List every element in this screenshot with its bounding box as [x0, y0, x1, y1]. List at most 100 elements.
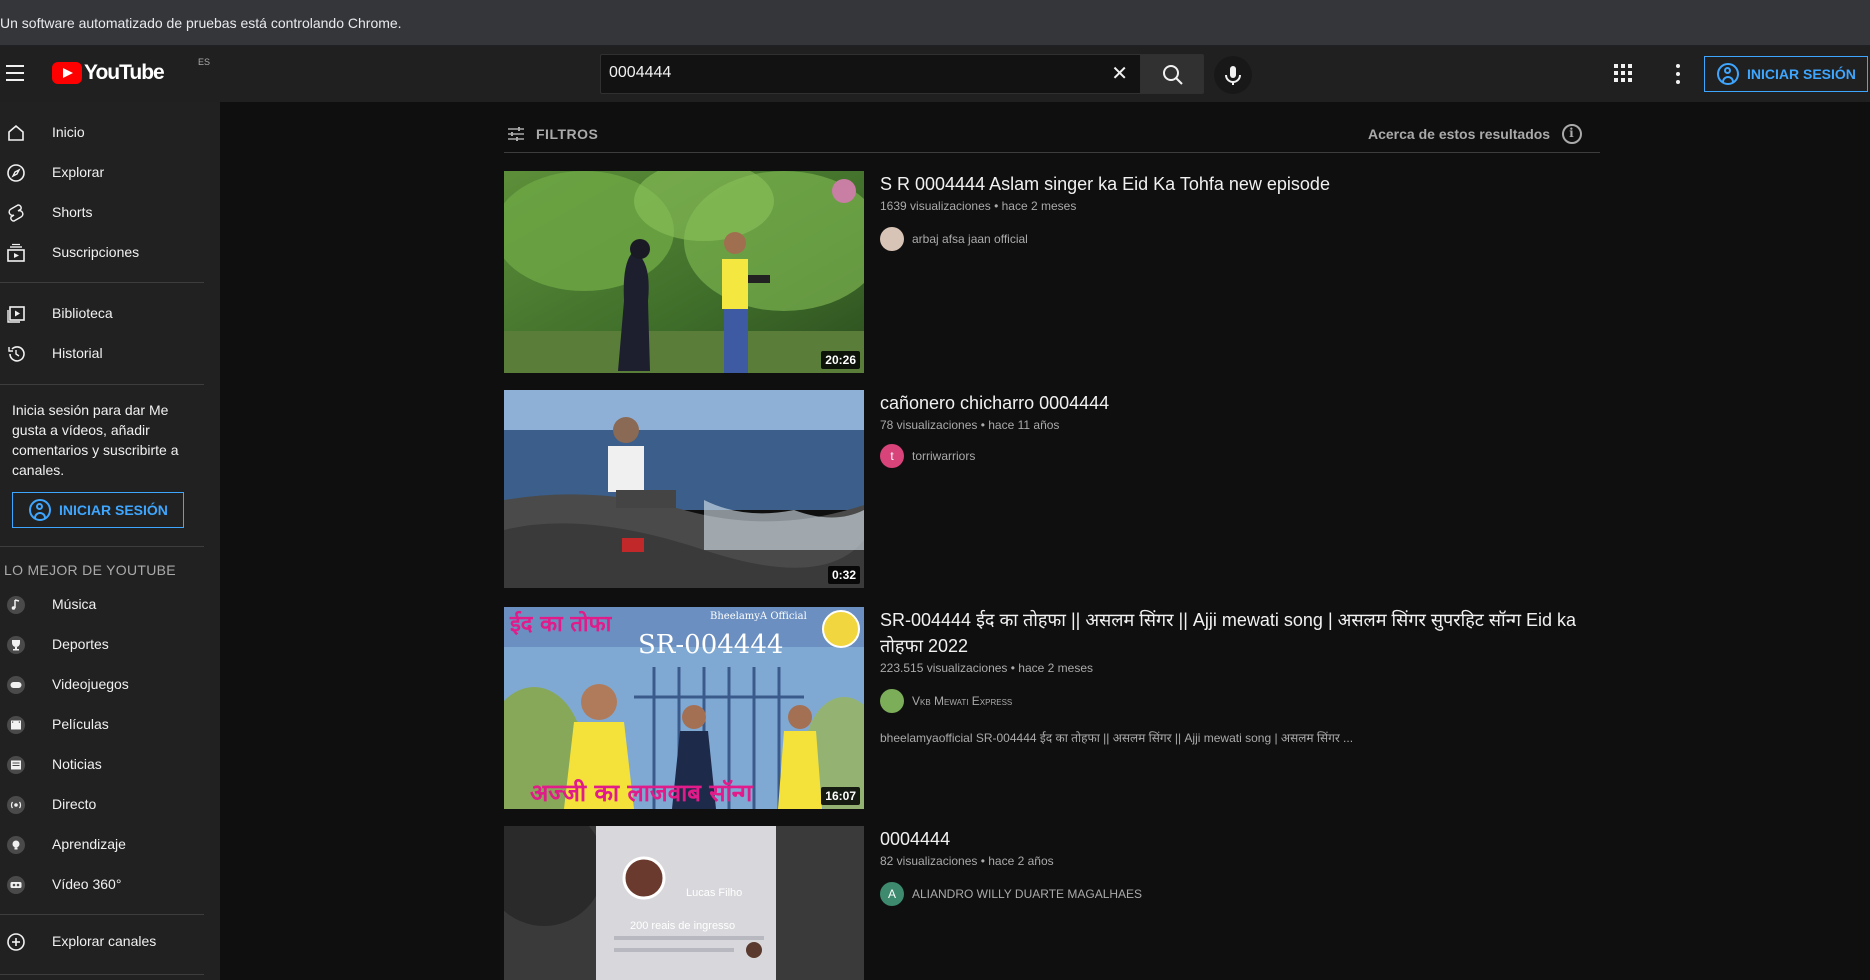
sidebar-signin-button[interactable]: INICIAR SESIÓN — [12, 492, 184, 528]
sidebar-item-noticias[interactable]: Noticias — [0, 745, 220, 785]
video-title[interactable]: SR-004444 ईद का तोहफा || असलम सिंगर || A… — [880, 607, 1580, 659]
channel-name[interactable]: Vkb Mewati Express — [912, 694, 1012, 708]
channel-link[interactable]: A ALIANDRO WILLY DUARTE MAGALHAES — [880, 882, 1142, 906]
sidebar-divider — [0, 282, 204, 283]
video-result[interactable]: 0:32 cañonero chicharro 0004444 78 visua… — [504, 390, 1600, 592]
channel-avatar[interactable] — [880, 227, 904, 251]
sidebar-item-biblioteca[interactable]: Biblioteca — [0, 294, 220, 334]
video-thumbnail[interactable]: Lucas Filho 200 reais de ingresso — [504, 826, 864, 980]
video-thumbnail[interactable]: 0:32 — [504, 390, 864, 588]
channel-name[interactable]: arbaj afsa jaan official — [912, 232, 1028, 246]
movies-icon — [7, 716, 25, 734]
sidebar: Inicio Explorar Shorts Suscripciones Bib… — [0, 102, 220, 980]
video-title[interactable]: S R 0004444 Aslam singer ka Eid Ka Tohfa… — [880, 171, 1580, 197]
channel-name[interactable]: ALIANDRO WILLY DUARTE MAGALHAES — [912, 887, 1142, 901]
sidebar-item-shorts[interactable]: Shorts — [0, 193, 220, 233]
signin-button[interactable]: INICIAR SESIÓN — [1704, 56, 1868, 92]
video-metadata: 1639 visualizaciones • hace 2 meses — [880, 199, 1077, 213]
filter-sliders-icon — [508, 127, 524, 141]
sidebar-item-label: Biblioteca — [52, 305, 113, 321]
sidebar-divider — [0, 974, 204, 975]
sidebar-item-label: Historial — [52, 345, 103, 361]
sidebar-divider — [0, 384, 204, 385]
thumbnail-text-caption: 200 reais de ingresso — [630, 920, 735, 932]
thumbnail-image — [504, 171, 864, 373]
video-thumbnail[interactable]: ईद का तोफा BheelamyA Official SR-004444 … — [504, 607, 864, 809]
sidebar-divider — [0, 914, 204, 915]
channel-link[interactable]: arbaj afsa jaan official — [880, 227, 1028, 251]
sidebar-item-label: Videojuegos — [52, 676, 129, 692]
clear-search-icon[interactable]: ✕ — [1111, 63, 1128, 85]
sidebar-item-videojuegos[interactable]: Videojuegos — [0, 665, 220, 705]
sidebar-item-label: Aprendizaje — [52, 836, 126, 852]
trophy-icon — [7, 636, 25, 654]
masthead: YouTube ES ✕ INICIAR SESIÓN — [0, 46, 1870, 102]
sidebar-item-musica[interactable]: Música — [0, 585, 220, 625]
video-title[interactable]: 0004444 — [880, 826, 1580, 852]
sidebar-item-deportes[interactable]: Deportes — [0, 625, 220, 665]
gaming-icon — [7, 676, 25, 694]
sidebar-item-inicio[interactable]: Inicio — [0, 113, 220, 153]
sidebar-item-label: Explorar canales — [52, 933, 157, 949]
filters-button[interactable]: FILTROS — [506, 124, 598, 144]
channel-link[interactable]: t torriwarriors — [880, 444, 975, 468]
microphone-icon — [1225, 66, 1241, 85]
thumbnail-text-eid: ईद का तोफा — [509, 610, 613, 637]
country-code: ES — [198, 57, 211, 67]
search-icon — [1163, 65, 1183, 85]
sidebar-item-label: Inicio — [52, 124, 85, 140]
video-result[interactable]: Lucas Filho 200 reais de ingresso 000444… — [504, 826, 1600, 980]
about-results-label: Acerca de estos resultados — [1368, 126, 1551, 142]
video360-icon — [7, 876, 25, 894]
sidebar-item-label: Música — [52, 596, 97, 612]
sidebar-item-explorar[interactable]: Explorar — [0, 153, 220, 193]
channel-avatar[interactable]: A — [880, 882, 904, 906]
video-description: bheelamyaofficial SR-004444 ईद का तोहफा … — [880, 731, 1354, 745]
live-icon — [7, 796, 25, 814]
video-title[interactable]: cañonero chicharro 0004444 — [880, 390, 1580, 416]
channel-avatar[interactable] — [880, 689, 904, 713]
channel-link[interactable]: Vkb Mewati Express — [880, 689, 1012, 713]
thumbnail-text-name: Lucas Filho — [686, 887, 742, 899]
add-circle-icon — [7, 933, 25, 951]
voice-search-button[interactable] — [1214, 56, 1252, 94]
results-divider — [504, 152, 1600, 153]
channel-name[interactable]: torriwarriors — [912, 449, 975, 463]
video-duration: 0:32 — [827, 566, 860, 584]
video-metadata: 223.515 visualizaciones • hace 2 meses — [880, 661, 1093, 675]
sidebar-divider — [0, 546, 204, 547]
sidebar-item-aprendizaje[interactable]: Aprendizaje — [0, 825, 220, 865]
channel-avatar[interactable]: t — [880, 444, 904, 468]
sidebar-item-label: Noticias — [52, 756, 102, 772]
video-thumbnail[interactable]: 20:26 — [504, 171, 864, 373]
home-icon — [8, 124, 24, 141]
thumbnail-text-code: SR-004444 — [638, 630, 783, 660]
thumbnail-image: ईद का तोफा BheelamyA Official SR-004444 … — [504, 607, 864, 809]
more-options-icon[interactable] — [1670, 62, 1686, 86]
logo-wordmark: YouTube — [84, 61, 165, 84]
sidebar-item-label: Películas — [52, 716, 109, 732]
thumbnail-text-brand: BheelamyA Official — [710, 611, 807, 622]
sidebar-item-label: Shorts — [52, 204, 93, 220]
sidebar-item-suscripciones[interactable]: Suscripciones — [0, 233, 220, 273]
search-input[interactable] — [609, 64, 1089, 82]
search-button[interactable] — [1140, 54, 1204, 94]
sidebar-item-video-360[interactable]: Vídeo 360° — [0, 865, 220, 905]
info-icon — [1562, 124, 1583, 144]
video-duration: 16:07 — [821, 787, 860, 805]
best-of-youtube-heading: LO MEJOR DE YOUTUBE — [4, 562, 176, 578]
user-circle-icon — [1717, 63, 1739, 85]
search-box[interactable]: ✕ — [600, 54, 1140, 94]
sidebar-item-historial[interactable]: Historial — [0, 334, 220, 374]
video-result[interactable]: ईद का तोफा BheelamyA Official SR-004444 … — [504, 607, 1600, 811]
thumbnail-image: Lucas Filho 200 reais de ingresso — [504, 826, 864, 980]
youtube-logo[interactable]: YouTube ES — [52, 57, 210, 85]
music-icon — [7, 596, 25, 614]
about-results-button[interactable]: Acerca de estos resultados — [1368, 124, 1583, 144]
sidebar-item-peliculas[interactable]: Películas — [0, 705, 220, 745]
video-result[interactable]: 20:26 S R 0004444 Aslam singer ka Eid Ka… — [504, 171, 1600, 373]
sidebar-item-explorar-canales[interactable]: Explorar canales — [0, 922, 220, 962]
apps-grid-icon[interactable] — [1614, 64, 1634, 84]
menu-icon[interactable] — [6, 62, 28, 84]
sidebar-item-directo[interactable]: Directo — [0, 785, 220, 825]
